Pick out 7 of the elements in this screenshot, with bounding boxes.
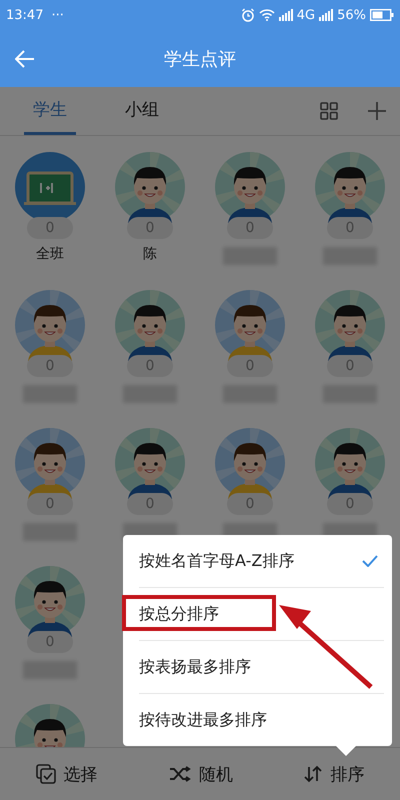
network-type: 4G [296,8,316,22]
battery-percent: 56% [337,8,366,22]
student-name: 全班 [36,245,64,263]
page-title: 学生点评 [163,48,237,70]
status-dots: ··· [51,8,64,22]
student-name: 陈 [143,245,157,263]
status-time: 13:47 [6,8,44,22]
